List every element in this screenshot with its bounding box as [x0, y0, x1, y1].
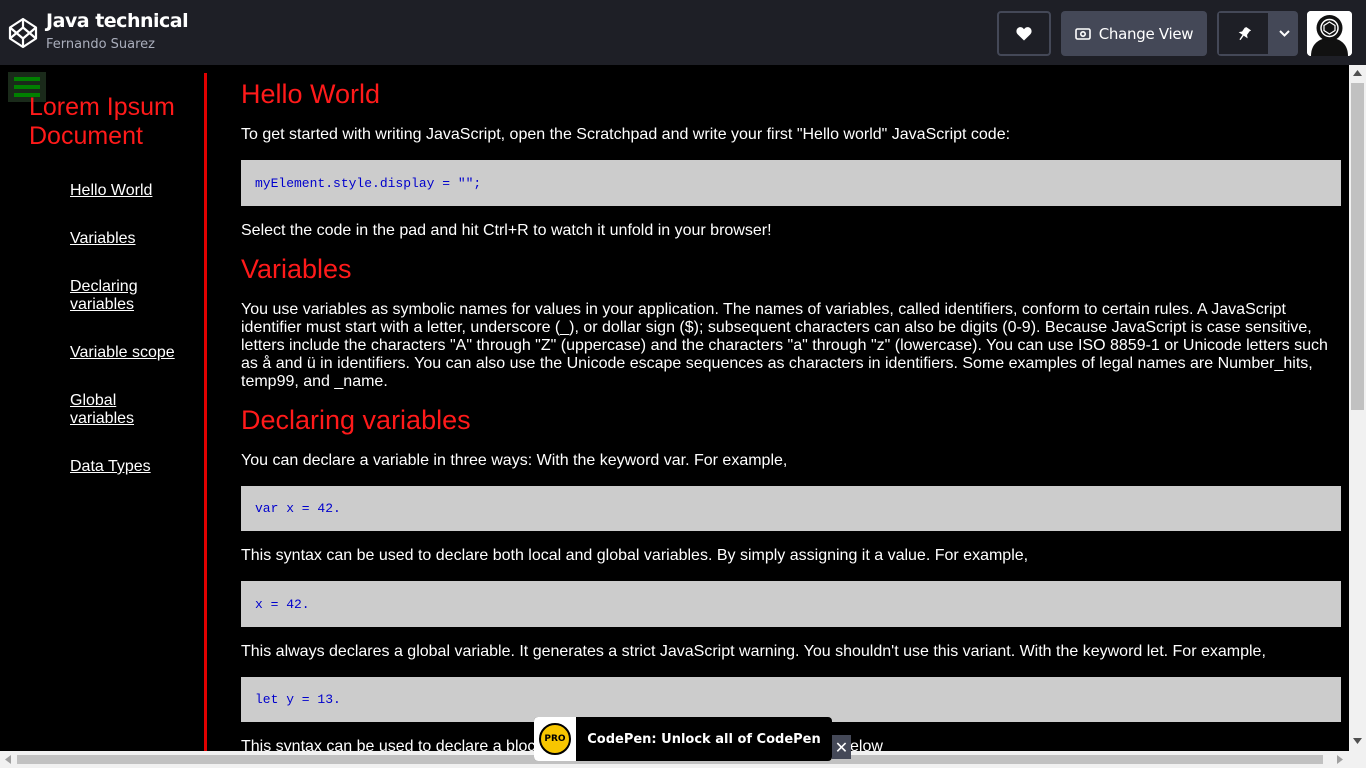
avatar[interactable]	[1307, 11, 1352, 56]
nav-link-hello-world[interactable]: Hello World	[70, 182, 190, 200]
pen-author[interactable]: Fernando Suarez	[46, 37, 155, 52]
pro-badge-icon: PRO	[539, 723, 571, 755]
menu-bar	[14, 85, 40, 89]
pin-button-group	[1217, 11, 1298, 56]
nav-link-data-types[interactable]: Data Types	[70, 458, 190, 476]
nav-link-global-variables[interactable]: Global variables	[70, 392, 150, 428]
code-block: myElement.style.display = "";	[241, 160, 1341, 206]
codepen-logo-icon[interactable]	[8, 17, 38, 49]
chevron-down-icon	[1278, 30, 1290, 37]
heading-hello-world: Hello World	[241, 79, 381, 109]
sidebar-title: Lorem Ipsum Document	[29, 93, 175, 150]
hello-world-intro: To get started with writing JavaScript, …	[241, 126, 1011, 143]
code-block: x = 42.	[241, 581, 1341, 627]
preview-frame: Lorem Ipsum Document Hello World Variabl…	[0, 65, 1366, 768]
declaring-paragraph-2: This syntax can be used to declare both …	[241, 547, 1029, 564]
close-icon[interactable]: ✕	[832, 735, 851, 759]
heart-icon	[1016, 27, 1032, 41]
heading-declaring-variables: Declaring variables	[241, 405, 471, 435]
pro-promo-banner[interactable]: PRO CodePen: Unlock all of CodePen	[534, 717, 832, 761]
nav-link-variable-scope[interactable]: Variable scope	[70, 344, 190, 362]
code-block: var x = 42.	[241, 486, 1341, 531]
menu-bar	[14, 77, 40, 81]
vertical-scrollbar[interactable]	[1349, 65, 1366, 768]
pin-icon	[1238, 26, 1251, 40]
scroll-left-arrow-icon[interactable]	[5, 755, 11, 764]
scroll-right-arrow-icon[interactable]	[1337, 755, 1343, 764]
pen-title[interactable]: Java technical	[46, 10, 189, 32]
sidebar-divider	[204, 73, 207, 768]
nav-link-variables[interactable]: Variables	[70, 230, 190, 248]
pro-badge-container: PRO	[534, 717, 576, 761]
pin-dropdown-toggle[interactable]	[1270, 11, 1298, 56]
nav-link-declaring-variables[interactable]: Declaring variables	[70, 278, 160, 314]
heading-variables: Variables	[241, 254, 352, 284]
eye-icon	[1074, 27, 1091, 40]
change-view-label: Change View	[1098, 24, 1194, 43]
declaring-intro: You can declare a variable in three ways…	[241, 452, 788, 469]
declaring-paragraph-3: This always declares a global variable. …	[241, 643, 1266, 660]
codepen-header: Java technical Fernando Suarez Change Vi…	[0, 0, 1366, 65]
user-avatar-icon	[1307, 11, 1352, 56]
variables-body: You use variables as symbolic names for …	[241, 301, 1328, 390]
scroll-up-arrow-icon[interactable]	[1353, 70, 1362, 76]
pin-button[interactable]	[1219, 13, 1268, 54]
scroll-down-arrow-icon[interactable]	[1353, 738, 1362, 744]
vertical-scrollbar-thumb[interactable]	[1351, 83, 1364, 410]
hello-world-after: Select the code in the pad and hit Ctrl+…	[241, 222, 772, 239]
code-block: let y = 13.	[241, 677, 1341, 722]
love-button[interactable]	[997, 11, 1051, 56]
promo-text[interactable]: CodePen: Unlock all of CodePen	[576, 717, 832, 761]
change-view-button[interactable]: Change View	[1061, 11, 1207, 56]
